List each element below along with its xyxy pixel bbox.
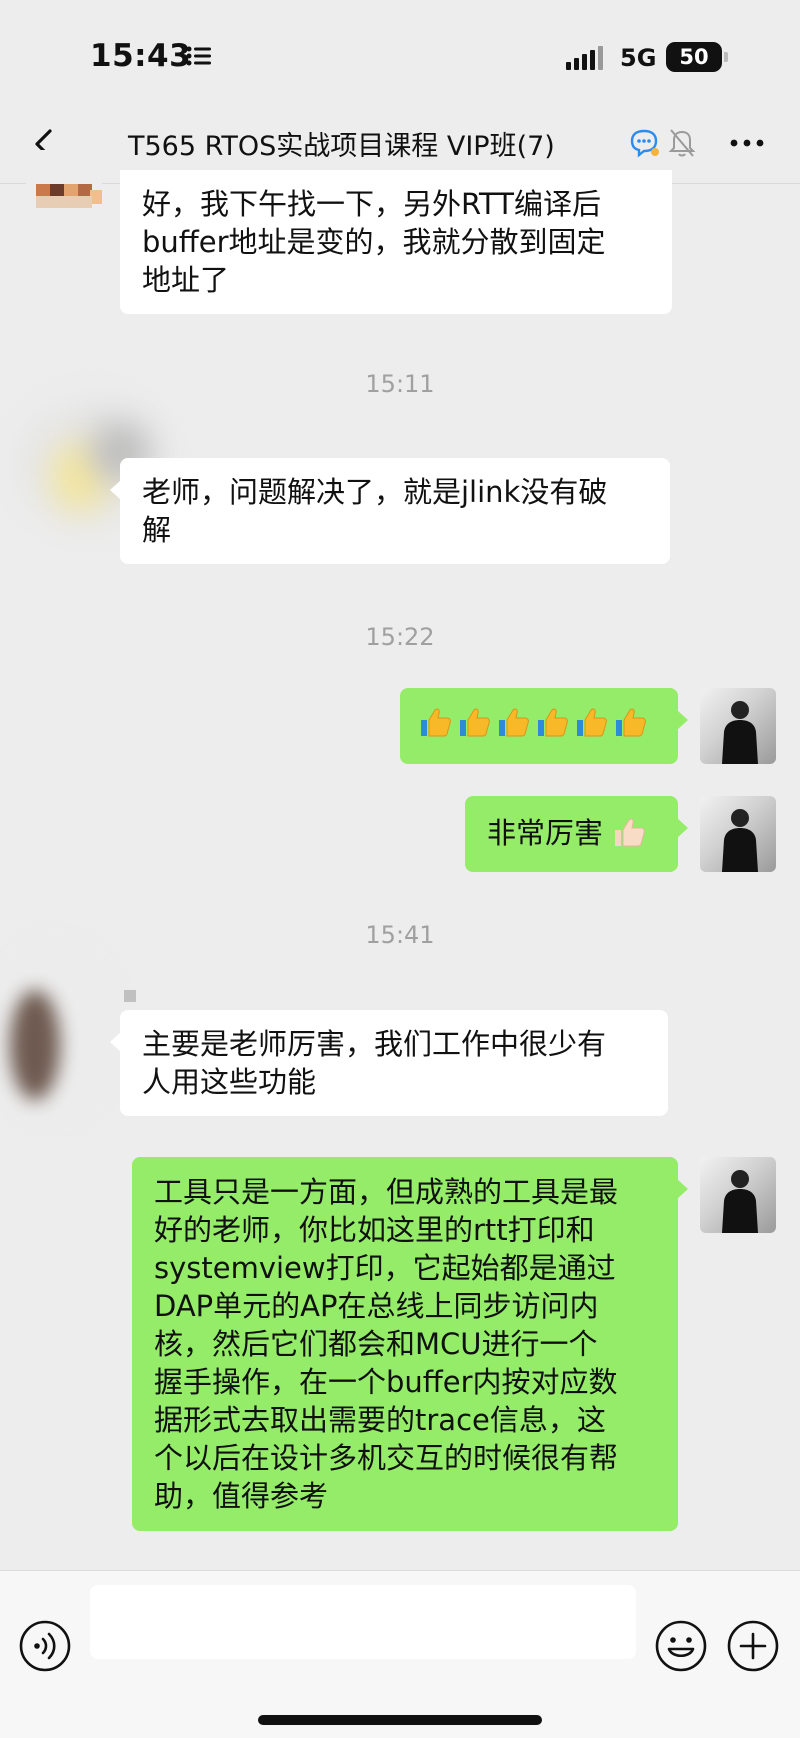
emoji-icon[interactable] bbox=[654, 1619, 708, 1673]
network-type: 5G bbox=[620, 44, 657, 72]
message-line: 好的老师，你比如这里的rtt打印和 bbox=[154, 1213, 595, 1247]
message-line: 握手操作，在一个buffer内按对应数 bbox=[154, 1365, 618, 1399]
thumbs-up-icon bbox=[616, 708, 646, 737]
avatar[interactable] bbox=[26, 150, 102, 222]
sender-name bbox=[124, 990, 136, 1002]
chat-bubble-icon bbox=[630, 129, 659, 158]
message-bubble[interactable]: 工具只是一方面，但成熟的工具是最 好的老师，你比如这里的rtt打印和 syste… bbox=[132, 1157, 688, 1531]
person-silhouette-icon bbox=[722, 809, 758, 872]
message-line: 个以后在设计多机交互的时候很有帮 bbox=[154, 1441, 619, 1475]
more-icon[interactable] bbox=[722, 128, 772, 158]
thumbs-up-icon bbox=[499, 708, 529, 737]
message-line: 主要是老师厉害，我们工作中很少有 bbox=[142, 1027, 607, 1061]
composer-bar bbox=[0, 1570, 800, 1738]
thumbs-up-icon bbox=[538, 708, 568, 737]
avatar[interactable] bbox=[700, 1157, 776, 1233]
message-line: 助，值得参考 bbox=[154, 1479, 329, 1513]
message-bubble[interactable] bbox=[400, 688, 688, 764]
message-line: DAP单元的AP在总线上同步访问内 bbox=[154, 1289, 599, 1323]
timestamp: 15:41 bbox=[365, 921, 435, 949]
thumbs-up-icon bbox=[421, 708, 451, 737]
message-line: 老师，问题解决了，就是jlink没有破 bbox=[142, 475, 608, 509]
message-line: 核，然后它们都会和MCU进行一个 bbox=[154, 1327, 598, 1361]
message-text: 非常厉害 bbox=[487, 816, 604, 850]
voice-icon[interactable] bbox=[18, 1619, 72, 1673]
thumbs-up-icon bbox=[460, 708, 490, 737]
message-line: 地址了 bbox=[142, 263, 230, 297]
home-indicator bbox=[258, 1715, 542, 1725]
avatar[interactable] bbox=[700, 688, 776, 764]
mute-bell-icon bbox=[668, 129, 696, 157]
message-bubble[interactable]: 好，我下午找一下，另外RTT编译后 buffer地址是变的，我就分散到固定 地址… bbox=[120, 170, 672, 314]
thumbs-up-icon bbox=[577, 708, 607, 737]
status-time: 15:43 bbox=[90, 38, 192, 74]
avatar[interactable] bbox=[0, 940, 120, 1120]
battery-icon: 50 bbox=[666, 42, 728, 72]
message-input[interactable] bbox=[90, 1585, 636, 1659]
message-bubble[interactable]: 老师，问题解决了，就是jlink没有破 解 bbox=[110, 458, 670, 564]
message-line: 解 bbox=[142, 513, 172, 547]
person-silhouette-icon bbox=[722, 701, 758, 764]
battery-level: 50 bbox=[679, 45, 709, 69]
message-line: systemview打印，它起始都是通过 bbox=[154, 1251, 616, 1285]
message-line: buffer地址是变的，我就分散到固定 bbox=[142, 225, 606, 259]
status-bar: 15:43 5G 50 bbox=[0, 0, 800, 110]
avatar[interactable] bbox=[700, 796, 776, 872]
thumbs-up-icon bbox=[615, 818, 646, 847]
timestamp: 15:22 bbox=[365, 623, 435, 651]
message-line: 好，我下午找一下，另外RTT编译后 bbox=[142, 187, 601, 221]
message-bubble[interactable]: 非常厉害 bbox=[465, 796, 688, 872]
signal-icon bbox=[566, 46, 603, 70]
plus-icon[interactable] bbox=[726, 1619, 780, 1673]
message-line: 工具只是一方面，但成熟的工具是最 bbox=[154, 1175, 619, 1209]
message-line: 据形式去取出需要的trace信息，这 bbox=[154, 1403, 606, 1437]
message-line: 人用这些功能 bbox=[142, 1065, 317, 1099]
message-bubble[interactable]: 主要是老师厉害，我们工作中很少有 人用这些功能 bbox=[110, 1010, 668, 1116]
person-silhouette-icon bbox=[722, 1170, 758, 1233]
emoji-row bbox=[418, 706, 660, 738]
chat-title: T565 RTOS实战项目课程 VIP班(7) bbox=[128, 131, 555, 162]
list-icon bbox=[186, 46, 211, 66]
